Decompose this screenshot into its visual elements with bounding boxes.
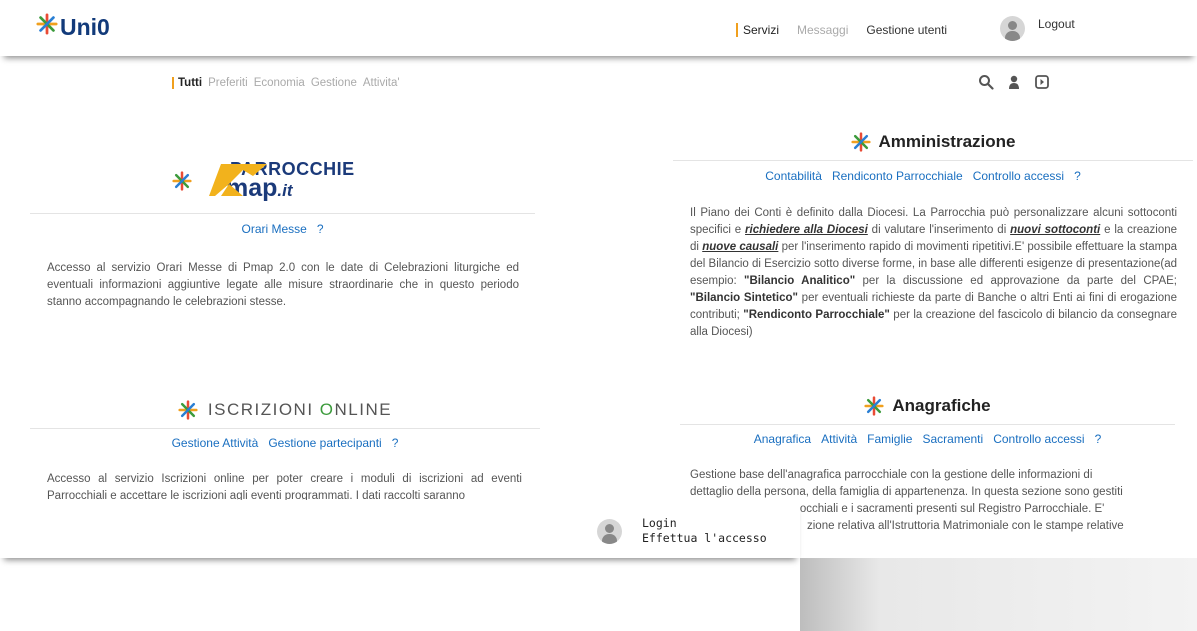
pmap-star-icon — [172, 170, 192, 191]
search-icon[interactable] — [978, 74, 994, 90]
link-orari-messe[interactable]: Orari Messe — [241, 222, 306, 236]
link-attivita[interactable]: Attività — [821, 432, 857, 446]
tab-attivita[interactable]: Attivita' — [363, 77, 400, 89]
link-controllo-accessi-anagrafiche[interactable]: Controllo accessi — [993, 432, 1084, 446]
link-nuovi-sottoconti[interactable]: nuovi sottoconti — [1010, 224, 1100, 236]
pmap-description: Accesso al servizio Orari Messe di Pmap … — [47, 262, 519, 308]
anagrafiche-links: Anagrafica Attività Famiglie Sacramenti … — [680, 432, 1175, 446]
amministrazione-divider — [673, 160, 1193, 161]
login-bar: Login Effettua l'accesso — [0, 500, 800, 558]
app-logo[interactable]: Uni0 — [36, 13, 110, 41]
anagrafiche-card: Anagrafiche — [680, 396, 1175, 416]
anagrafiche-help-link[interactable]: ? — [1095, 432, 1102, 446]
amministrazione-help-link[interactable]: ? — [1074, 169, 1081, 183]
iscrizioni-title-c: NLINE — [334, 400, 393, 419]
amm-desc-text: di valutare l'inserimento di — [867, 224, 1011, 236]
iscrizioni-card: ISCRIZIONI ONLINE — [30, 400, 540, 420]
logo-text: Uni0 — [60, 13, 110, 40]
tab-economia[interactable]: Economia — [254, 77, 305, 89]
amministrazione-links: Contabilità Rendiconto Parrocchiale Cont… — [673, 169, 1173, 183]
pmap-links: Orari Messe ? — [30, 222, 535, 236]
background-panel — [800, 558, 1197, 631]
amministrazione-card: Amministrazione — [673, 132, 1193, 152]
login-link[interactable]: Login Effettua l'accesso — [642, 516, 767, 546]
nav-servizi[interactable]: Servizi — [736, 23, 779, 37]
link-gestione-attivita[interactable]: Gestione Attività — [172, 436, 259, 450]
iscrizioni-title-row: ISCRIZIONI ONLINE — [30, 400, 540, 420]
iscrizioni-help-link[interactable]: ? — [392, 436, 399, 450]
iscrizioni-title: ISCRIZIONI ONLINE — [208, 400, 392, 420]
iscrizioni-title-a: ISCRIZIONI — [207, 400, 320, 419]
iscrizioni-star-icon — [178, 400, 198, 420]
link-rendiconto-parrocchiale[interactable]: Rendiconto Parrocchiale — [832, 169, 963, 183]
link-gestione-partecipanti[interactable]: Gestione partecipanti — [268, 436, 381, 450]
anagrafiche-title: Anagrafiche — [892, 396, 991, 415]
link-sacramenti[interactable]: Sacramenti — [922, 432, 983, 446]
toolbar-icons — [978, 74, 1050, 90]
logout-link[interactable]: Logout — [1038, 17, 1075, 31]
login-sublabel[interactable]: Effettua l'accesso — [642, 531, 767, 546]
main-nav: Servizi Messaggi Gestione utenti — [736, 23, 965, 37]
link-nuove-causali[interactable]: nuove causali — [702, 241, 778, 253]
amministrazione-title-row: Amministrazione — [673, 132, 1193, 152]
amm-desc-text: per la discussione ed approvazione da pa… — [855, 275, 1177, 287]
login-avatar[interactable] — [597, 519, 622, 544]
iscrizioni-title-b: O — [319, 400, 335, 419]
link-anagrafica[interactable]: Anagrafica — [754, 432, 811, 446]
filter-bar: Tutti Preferiti Economia Gestione Attivi… — [163, 66, 1058, 98]
top-navbar: Uni0 Servizi Messaggi Gestione utenti Lo… — [0, 0, 1197, 56]
iscrizioni-links: Gestione Attività Gestione partecipanti … — [30, 436, 540, 450]
pmap-divider — [30, 213, 535, 214]
tab-gestione[interactable]: Gestione — [311, 77, 357, 89]
pmap-banner-shape — [209, 164, 267, 196]
anagrafiche-desc-line: Gestione base dell'anagrafica parrocchia… — [690, 469, 1093, 481]
link-richiedere-diocesi[interactable]: richiedere alla Diocesi — [745, 224, 868, 236]
pmap-help-link[interactable]: ? — [317, 222, 324, 236]
anagrafiche-star-icon — [864, 396, 884, 416]
amministrazione-star-icon — [850, 132, 871, 152]
amm-desc-bold: "Rendiconto Parrocchiale" — [743, 309, 890, 321]
anagrafiche-title-row: Anagrafiche — [680, 396, 1175, 416]
anagrafiche-divider — [680, 424, 1175, 425]
iscrizioni-divider — [30, 428, 540, 429]
tab-tutti[interactable]: Tutti — [172, 77, 202, 89]
user-icon[interactable] — [1006, 74, 1022, 90]
nav-messaggi[interactable]: Messaggi — [797, 23, 848, 37]
user-avatar[interactable] — [1000, 16, 1025, 41]
amm-desc-bold: "Bilancio Analitico" — [744, 275, 856, 287]
tab-preferiti[interactable]: Preferiti — [208, 77, 248, 89]
nav-gestione-utenti[interactable]: Gestione utenti — [866, 23, 947, 37]
link-controllo-accessi[interactable]: Controllo accessi — [973, 169, 1064, 183]
login-label[interactable]: Login — [642, 516, 767, 531]
parrocchiemap-logo: PARROCCHIE map.it — [172, 160, 355, 201]
amministrazione-description: Il Piano dei Conti è definito dalla Dioc… — [690, 205, 1177, 341]
anagrafiche-desc-line: dettaglio della persona, della famiglia … — [690, 486, 1123, 498]
amm-desc-bold: "Bilancio Sintetico" — [690, 292, 798, 304]
exit-icon[interactable] — [1034, 74, 1050, 90]
pmap-suffix: .it — [277, 181, 293, 200]
logo-star-icon — [36, 13, 58, 41]
amministrazione-title: Amministrazione — [878, 132, 1016, 151]
link-contabilita[interactable]: Contabilità — [765, 169, 822, 183]
link-famiglie[interactable]: Famiglie — [867, 432, 912, 446]
filter-tabs: Tutti Preferiti Economia Gestione Attivi… — [172, 77, 406, 89]
